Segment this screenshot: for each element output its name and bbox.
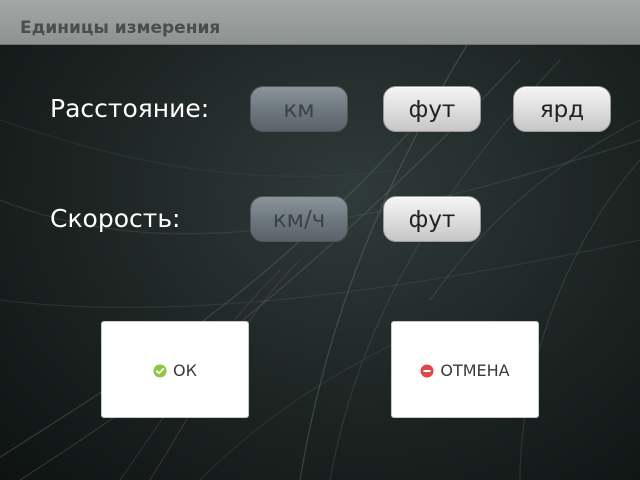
distance-label: Расстояние:: [50, 94, 210, 123]
title-bar: Единицы измерения: [0, 0, 640, 45]
distance-ft-button[interactable]: фут: [383, 86, 481, 132]
cancel-button-content: ОТМЕНА: [392, 360, 538, 380]
units-settings-screen: Единицы измерения Расстояние: км фут ярд…: [0, 0, 640, 480]
cancel-button-label: ОТМЕНА: [440, 360, 510, 380]
cancel-button[interactable]: ОТМЕНА: [391, 321, 539, 418]
distance-km-button[interactable]: км: [250, 86, 348, 132]
ok-button-label: ОК: [173, 360, 197, 380]
minus-circle-icon: [420, 364, 434, 377]
speed-ft-button[interactable]: фут: [383, 196, 481, 242]
window-title: Единицы измерения: [20, 18, 221, 38]
speed-label: Скорость:: [50, 204, 181, 233]
ok-button[interactable]: ОК: [101, 321, 249, 418]
speed-kmh-button[interactable]: км/ч: [250, 196, 348, 242]
ok-button-content: ОК: [102, 360, 248, 380]
check-circle-icon: [153, 364, 167, 377]
distance-yd-button[interactable]: ярд: [513, 86, 611, 132]
